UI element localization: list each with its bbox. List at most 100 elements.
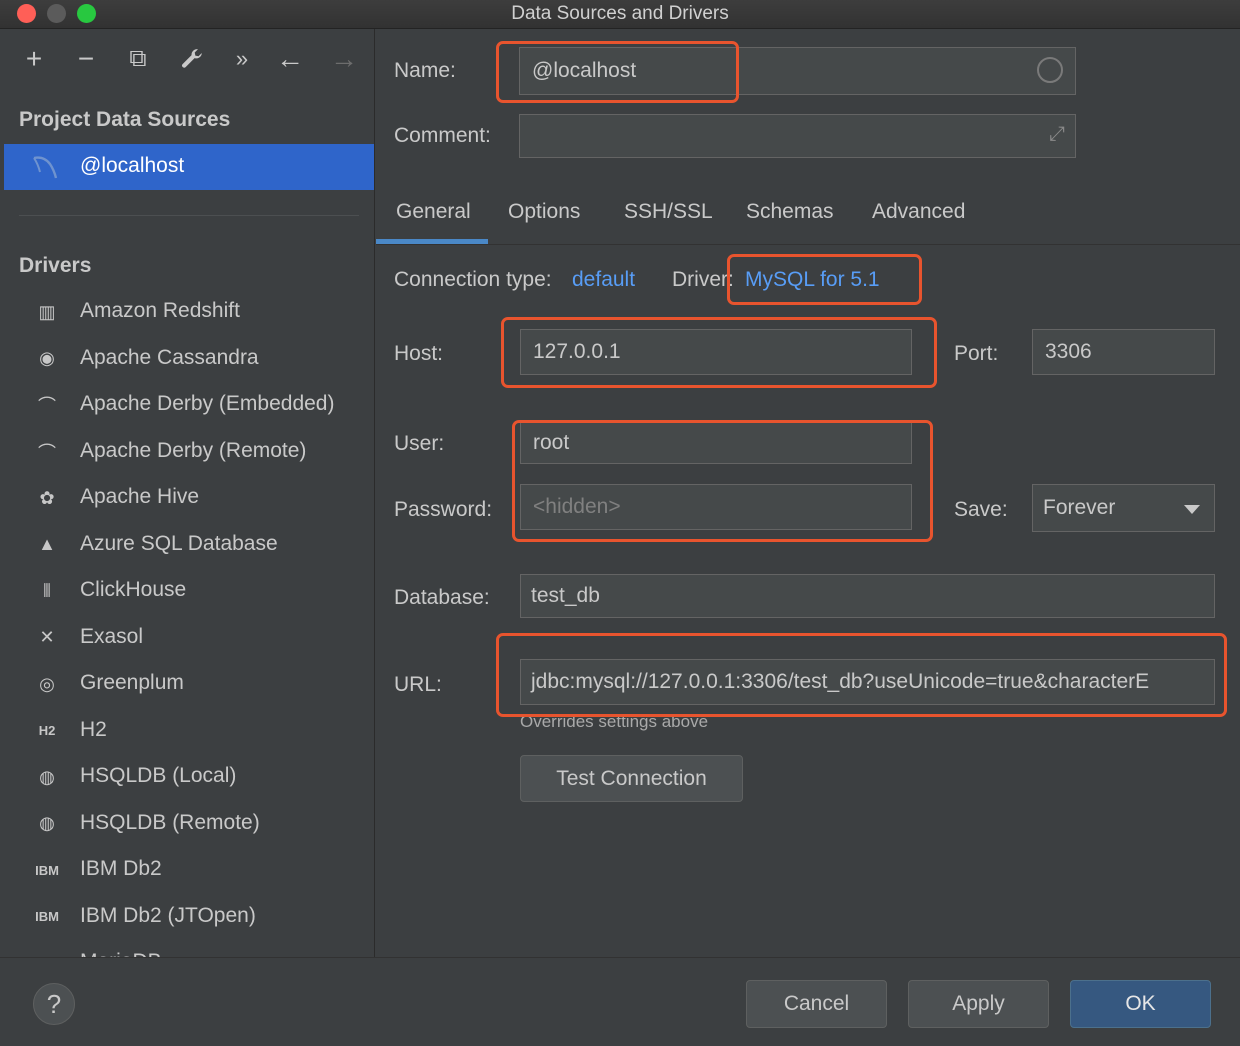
dialog-footer: ? Cancel Apply OK [0,957,1240,1046]
cancel-button[interactable]: Cancel [746,980,887,1028]
url-label: URL: [394,673,442,696]
tab-separator [376,244,1240,245]
cassandra-icon: ◉ [39,348,55,368]
driver-label: H2 [80,717,107,741]
sidebar: + − ⧉ » ← → Project Data Sources @localh… [4,29,375,957]
driver-item[interactable]: ▲ Azure SQL Database [4,522,374,568]
redshift-icon: ▥ [38,301,56,322]
tab-schemas[interactable]: Schemas [746,200,834,224]
driver-label: Exasol [80,624,144,648]
name-label: Name: [394,59,456,82]
forward-arrow-icon[interactable]: → [328,43,360,75]
driver-item[interactable]: ◍ HSQLDB (Remote) [4,801,374,847]
ok-button[interactable]: OK [1070,980,1211,1028]
driver-item[interactable]: ◎ Greenplum [4,661,374,707]
driver-item[interactable]: IBM IBM Db2 (JTOpen) [4,894,374,940]
driver-item[interactable]: IBM IBM Db2 [4,847,374,893]
driver-item[interactable]: ⦀ ClickHouse [4,568,374,614]
user-label: User: [394,432,445,455]
add-icon[interactable]: + [18,43,50,75]
database-label: Database: [394,586,490,609]
driver-label: ClickHouse [80,578,187,601]
connection-type-link[interactable]: default [572,268,635,292]
database-field[interactable]: test_db [520,574,1215,618]
duplicate-icon[interactable]: ⧉ [122,43,154,75]
mysql-icon [30,152,60,182]
data-source-item-localhost[interactable]: @localhost [4,144,374,190]
driver-label: Apache Cassandra [80,345,259,369]
driver-label: Driver: [672,268,734,291]
comment-label: Comment: [394,124,491,147]
url-value: jdbc:mysql://127.0.0.1:3306/test_db?useU… [531,670,1150,693]
derby-icon: ⌒ [38,442,56,463]
drivers-heading: Drivers [19,254,92,277]
host-value: 127.0.0.1 [533,340,621,363]
derby-icon: ⌒ [38,396,56,416]
connection-type-label: Connection type: [394,268,552,291]
tab-options[interactable]: Options [508,200,580,224]
exasol-icon: ✕ [39,627,55,647]
url-hint: Overrides settings above [520,712,709,731]
hive-icon: ✿ [39,487,55,508]
ibm-db2-icon: IBM [35,862,59,878]
port-field[interactable]: 3306 [1032,329,1215,375]
driver-label: Greenplum [80,671,184,694]
hsqldb-icon: ◍ [39,766,55,787]
driver-label: Apache Derby (Embedded) [80,392,335,415]
password-placeholder: <hidden> [533,495,621,518]
expand-icon[interactable]: ⤢ [1049,123,1065,146]
clickhouse-icon: ⦀ [43,580,51,601]
driver-item[interactable]: ✕ Exasol [4,615,374,661]
driver-item[interactable]: ✿ Apache Hive [4,475,374,521]
hsqldb-icon: ◍ [39,813,55,833]
more-icon[interactable]: » [226,43,258,75]
tab-advanced[interactable]: Advanced [872,200,965,224]
back-arrow-icon[interactable]: ← [274,43,306,75]
driver-label: IBM Db2 (JTOpen) [80,903,256,927]
color-picker-icon[interactable] [1037,57,1063,83]
help-button[interactable]: ? [33,983,75,1025]
driver-item[interactable]: ⌁ MariaDB [4,940,374,957]
port-value: 3306 [1045,340,1092,363]
driver-item[interactable]: ⌒ Apache Derby (Remote) [4,429,374,475]
driver-item[interactable]: ◍ HSQLDB (Local) [4,754,374,800]
url-field[interactable]: jdbc:mysql://127.0.0.1:3306/test_db?useU… [520,659,1215,705]
driver-label: Apache Hive [80,485,200,508]
test-connection-button[interactable]: Test Connection [520,755,743,802]
azure-icon: ▲ [38,534,56,554]
remove-icon[interactable]: − [70,43,102,75]
driver-item[interactable]: ⌒ Apache Derby (Embedded) [4,382,374,428]
mariadb-icon: ⌁ [32,948,62,958]
driver-label: MariaDB [80,950,162,957]
driver-item[interactable]: H2 H2 [4,708,374,754]
tab-general[interactable]: General [396,200,471,224]
user-field[interactable]: root [520,421,912,464]
driver-link[interactable]: MySQL for 5.1 [745,268,884,292]
data-source-label: @localhost [80,154,185,177]
save-dropdown[interactable]: Forever [1032,484,1215,532]
driver-label: HSQLDB (Local) [80,764,237,787]
comment-field[interactable]: ⤢ [519,114,1076,158]
wrench-icon[interactable] [176,43,208,75]
port-label: Port: [954,342,999,365]
ibm-db2-icon: IBM [35,909,59,924]
greenplum-icon: ◎ [39,673,55,694]
driver-item[interactable]: ▥ Amazon Redshift [4,289,374,335]
project-data-sources-heading: Project Data Sources [19,108,231,131]
connection-form: Name: @localhost Comment: ⤢ General Optio… [376,29,1240,957]
driver-label: Apache Derby (Remote) [80,438,307,462]
password-field[interactable]: <hidden> [520,484,912,530]
password-label: Password: [394,498,493,521]
tab-ssh-ssl[interactable]: SSH/SSL [624,200,713,224]
host-field[interactable]: 127.0.0.1 [520,329,912,375]
user-value: root [533,430,570,454]
host-label: Host: [394,342,444,365]
h2-icon: H2 [38,723,56,738]
name-value: @localhost [532,59,637,82]
driver-label: IBM Db2 [80,857,162,880]
save-value: Forever [1043,496,1116,519]
title-bar: Data Sources and Drivers [0,0,1240,29]
apply-button[interactable]: Apply [908,980,1049,1028]
name-field[interactable]: @localhost [519,47,1076,95]
driver-item[interactable]: ◉ Apache Cassandra [4,336,374,382]
